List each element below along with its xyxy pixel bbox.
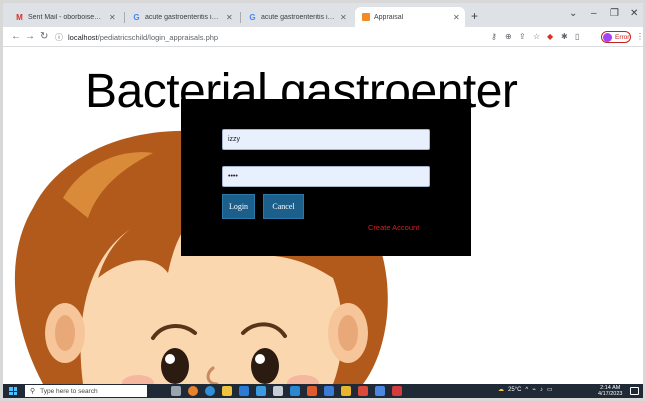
- app-icon[interactable]: [341, 386, 351, 396]
- search-icon: ⚲: [30, 388, 36, 395]
- system-tray: ☁ 25°C ^ ⌁ ♪ ▭: [498, 386, 553, 394]
- store-icon[interactable]: [239, 386, 249, 396]
- notification-icon[interactable]: [630, 387, 639, 395]
- login-button[interactable]: Login: [222, 194, 255, 219]
- clock[interactable]: 2:14 AM 4/17/2023: [598, 385, 622, 397]
- page-icon: [361, 13, 370, 22]
- create-account-link[interactable]: Create Account: [368, 223, 419, 232]
- tab-strip: M Sent Mail - oborboise88@gmail ✕ G acut…: [3, 3, 643, 27]
- battery-icon[interactable]: ▭: [547, 386, 553, 393]
- profile-button[interactable]: Error: [601, 31, 631, 43]
- chevron-down-icon[interactable]: ⌄: [569, 8, 577, 19]
- cancel-button[interactable]: Cancel: [263, 194, 304, 219]
- forward-icon[interactable]: →: [25, 31, 35, 42]
- tab-separator: [124, 12, 125, 23]
- chrome-icon[interactable]: [188, 386, 198, 396]
- taskbar: ⚲ Type here to search ☁ 25°C ^ ⌁ ♪ ▭ 2:1…: [3, 384, 643, 398]
- minimize-icon[interactable]: –: [591, 8, 597, 19]
- app-icon[interactable]: [324, 386, 334, 396]
- google-icon: G: [133, 12, 140, 22]
- weather-icon[interactable]: ☁: [498, 386, 504, 393]
- close-icon[interactable]: ✕: [226, 13, 234, 22]
- file-explorer-icon[interactable]: [222, 386, 232, 396]
- key-icon[interactable]: ⚷: [491, 32, 497, 41]
- tab-title: Sent Mail - oborboise88@gmail: [28, 13, 105, 21]
- zoom-icon[interactable]: ⊕: [505, 32, 512, 41]
- back-icon[interactable]: ←: [11, 31, 21, 42]
- tab-title: acute gastroenteritis images - G: [145, 13, 222, 21]
- mail-icon[interactable]: [256, 386, 266, 396]
- tab-appraisal[interactable]: Appraisal ✕: [355, 7, 465, 27]
- close-icon[interactable]: ✕: [109, 13, 117, 22]
- close-icon[interactable]: ✕: [340, 13, 348, 22]
- app-icon[interactable]: [392, 386, 402, 396]
- share-icon[interactable]: ⇪: [519, 32, 526, 41]
- network-icon[interactable]: ⌁: [532, 386, 536, 393]
- windows-start-icon[interactable]: [9, 387, 17, 395]
- reload-icon[interactable]: ↻: [40, 31, 48, 42]
- volume-icon[interactable]: ♪: [540, 387, 543, 393]
- puzzle-icon[interactable]: ✱: [561, 32, 568, 41]
- new-tab-icon[interactable]: +: [471, 9, 478, 23]
- vscode-icon[interactable]: [290, 386, 300, 396]
- app-icon[interactable]: [307, 386, 317, 396]
- task-view-icon[interactable]: [171, 386, 181, 396]
- tab-google-search-1[interactable]: G acute gastroenteritis images - G ✕: [126, 7, 238, 27]
- app-icon[interactable]: [375, 386, 385, 396]
- extension-icon[interactable]: ◆: [547, 32, 553, 41]
- username-field[interactable]: izzy: [222, 129, 430, 150]
- tab-title: acute gastroenteritis images - G: [261, 13, 336, 21]
- tab-separator: [240, 12, 241, 23]
- gmail-icon: M: [16, 12, 23, 22]
- restore-icon[interactable]: ❐: [610, 8, 619, 19]
- clock-date: 4/17/2023: [598, 391, 623, 397]
- menu-icon[interactable]: ⋮: [636, 32, 644, 41]
- address-bar[interactable]: ⓘ localhost/pediatricschild/login_apprai…: [55, 30, 483, 44]
- taskbar-search-input[interactable]: ⚲ Type here to search: [25, 385, 147, 397]
- taskbar-apps: [171, 386, 402, 396]
- search-placeholder: Type here to search: [40, 387, 98, 395]
- login-modal: izzy •••• Login Cancel Create Account: [181, 99, 471, 256]
- avatar: [603, 32, 612, 42]
- chevron-up-icon[interactable]: ^: [525, 387, 528, 393]
- edge-icon[interactable]: [205, 386, 215, 396]
- url-path: /pediatricschild/login_appraisals.php: [97, 32, 219, 42]
- settings-icon[interactable]: [273, 386, 283, 396]
- star-icon[interactable]: ☆: [533, 32, 540, 41]
- tab-title: Appraisal: [374, 13, 404, 21]
- google-icon: G: [249, 12, 256, 22]
- window-close-icon[interactable]: ✕: [630, 8, 638, 19]
- app-icon[interactable]: [358, 386, 368, 396]
- close-icon[interactable]: ✕: [453, 13, 461, 22]
- tab-gmail[interactable]: M Sent Mail - oborboise88@gmail ✕: [9, 7, 121, 27]
- tab-google-search-2[interactable]: G acute gastroenteritis images - G ✕: [242, 7, 352, 27]
- url-host: localhost: [68, 32, 98, 42]
- sidebar-icon[interactable]: ▯: [575, 32, 579, 41]
- browser-toolbar: ← → ↻ ⓘ localhost/pediatricschild/login_…: [3, 27, 644, 47]
- info-icon[interactable]: ⓘ: [55, 32, 63, 43]
- weather-temperature[interactable]: 25°C: [508, 387, 521, 393]
- profile-status: Error: [615, 33, 630, 41]
- url-text: localhost/pediatricschild/login_appraisa…: [68, 33, 218, 42]
- password-field[interactable]: ••••: [222, 166, 430, 187]
